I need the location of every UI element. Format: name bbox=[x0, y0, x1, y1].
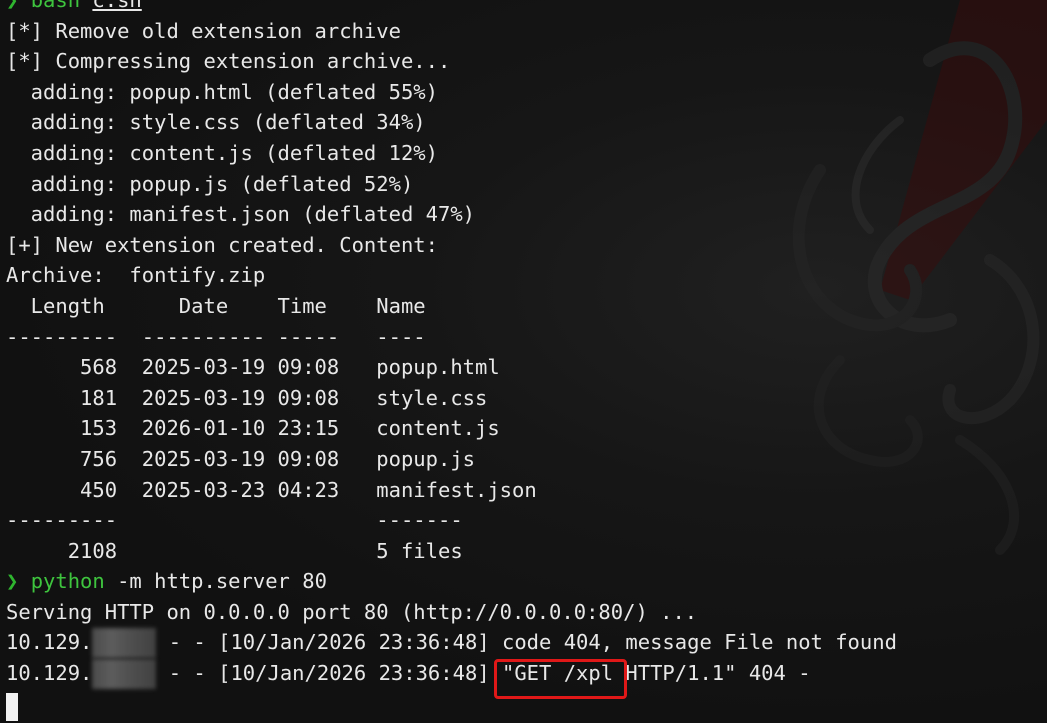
output-line: Serving HTTP on 0.0.0.0 port 80 (http://… bbox=[6, 599, 698, 624]
output-line: [+] New extension created. Content: bbox=[6, 232, 438, 257]
redacted-ip-block bbox=[92, 659, 157, 690]
log-ip-prefix: 10.129. bbox=[6, 630, 93, 655]
table-row: 450 2025-03-23 04:23 manifest.json bbox=[6, 477, 537, 502]
command-argument: c.sh bbox=[92, 0, 142, 12]
terminal-window[interactable]: ❯ bash c.sh [*] Remove old extension arc… bbox=[0, 0, 1047, 723]
command-name: python bbox=[30, 569, 105, 594]
redacted-ip-block bbox=[92, 628, 157, 659]
log-line: 10.129. - - [10/Jan/2026 23:36:48] code … bbox=[6, 627, 1047, 659]
prompt-arrow-icon: ❯ bbox=[6, 569, 19, 594]
command-arguments: -m http.server 80 bbox=[104, 569, 327, 594]
output-line: adding: content.js (deflated 12%) bbox=[6, 140, 438, 165]
log-message-tail: HTTP/1.1" 404 - bbox=[625, 661, 811, 686]
table-rule: --------- ---------- ----- ---- bbox=[6, 324, 426, 349]
command-line-python: ❯ python -m http.server 80 bbox=[6, 566, 1047, 597]
table-footer-rule: --------- ------- bbox=[6, 508, 463, 533]
table-row: 568 2025-03-19 09:08 popup.html bbox=[6, 355, 500, 380]
command-name: bash bbox=[30, 0, 81, 12]
output-line: adding: style.css (deflated 34%) bbox=[6, 110, 426, 135]
output-line: Archive: fontify.zip bbox=[6, 263, 266, 288]
output-line: [*] Compressing extension archive... bbox=[6, 49, 451, 74]
command-line-bash: ❯ bash c.sh bbox=[6, 0, 1047, 16]
red-highlight-box bbox=[494, 659, 627, 699]
output-line: adding: popup.html (deflated 55%) bbox=[6, 79, 438, 104]
table-row: 153 2026-01-10 23:15 content.js bbox=[6, 416, 500, 441]
table-total: 2108 5 files bbox=[6, 538, 463, 563]
output-line: [*] Remove old extension archive bbox=[6, 18, 401, 43]
log-ip-prefix: 10.129. bbox=[6, 661, 93, 686]
terminal-output: ❯ bash c.sh [*] Remove old extension arc… bbox=[6, 0, 1047, 690]
log-message: - - [10/Jan/2026 23:36:48] bbox=[156, 661, 502, 686]
table-row: 756 2025-03-19 09:08 popup.js bbox=[6, 446, 475, 471]
output-line: adding: popup.js (deflated 52%) bbox=[6, 171, 414, 196]
output-line: adding: manifest.json (deflated 47%) bbox=[6, 202, 475, 227]
text-cursor bbox=[6, 693, 18, 721]
log-message: - - [10/Jan/2026 23:36:48] code 404, mes… bbox=[156, 630, 897, 655]
table-row: 181 2025-03-19 09:08 style.css bbox=[6, 385, 488, 410]
table-header: Length Date Time Name bbox=[6, 293, 426, 318]
prompt-arrow-icon: ❯ bbox=[6, 0, 19, 12]
